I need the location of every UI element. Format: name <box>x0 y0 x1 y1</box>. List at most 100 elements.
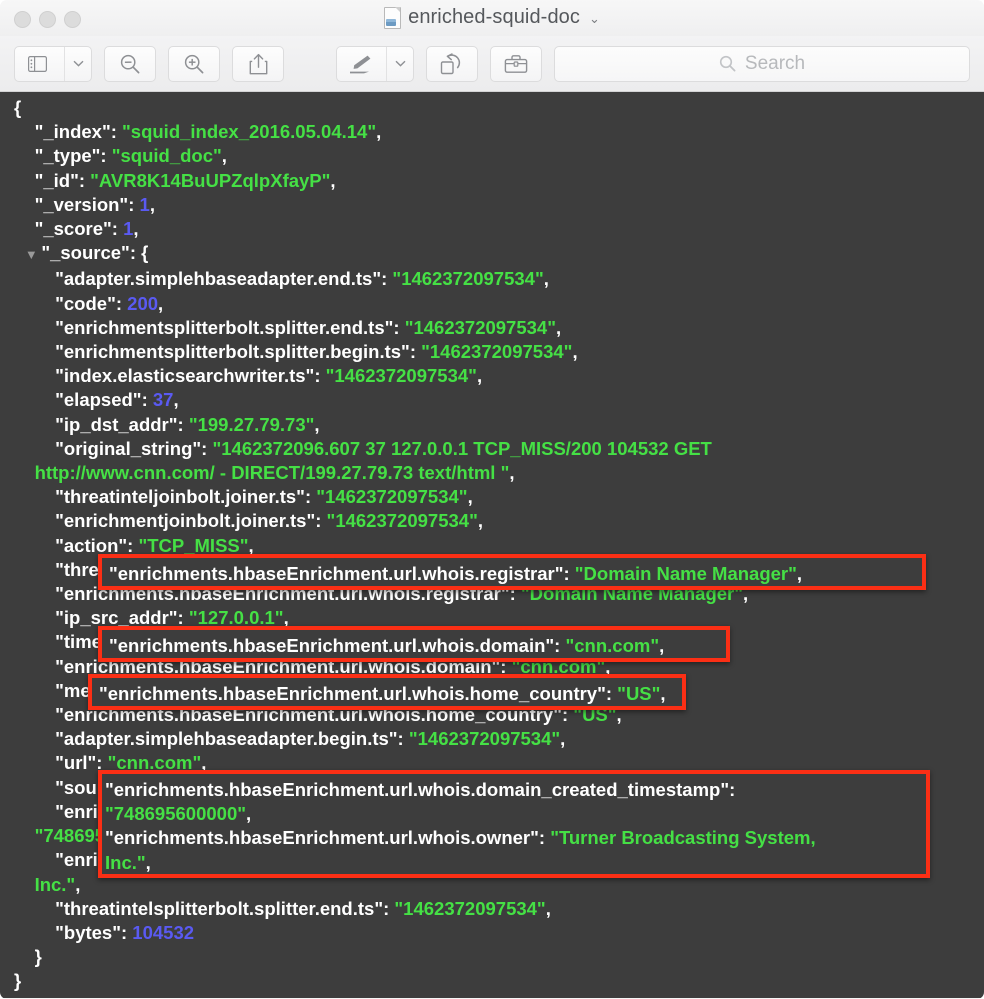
code-indent <box>14 922 55 943</box>
code-token: "_id": <box>35 170 91 191</box>
code-token: , <box>376 121 381 142</box>
code-token: "199.27.79.73" <box>189 414 315 435</box>
code-token: , <box>314 414 319 435</box>
code-indent <box>14 946 35 967</box>
code-line: } <box>0 945 984 969</box>
search-input[interactable]: Search <box>554 46 970 82</box>
code-indent <box>14 680 55 701</box>
code-token: "_type": <box>35 145 112 166</box>
code-token: , <box>75 874 80 895</box>
code-indent <box>14 801 55 822</box>
code-token: "AVR8K14BuUPZqlpXfayP" <box>90 170 330 191</box>
code-indent <box>14 145 35 166</box>
code-line: "index.elasticsearchwriter.ts": "1462372… <box>0 364 984 388</box>
code-token: , <box>173 389 178 410</box>
sidebar-toggle-button[interactable] <box>14 46 92 82</box>
annotation-registrar: "enrichments.hbaseEnrichment.url.whois.r… <box>98 554 926 590</box>
chevron-down-icon[interactable] <box>64 47 91 81</box>
toolbox-icon <box>504 53 528 74</box>
code-line: "original_string": "1462372096.607 37 12… <box>0 437 984 461</box>
code-token: , <box>158 293 163 314</box>
annotation-domain: "enrichments.hbaseEnrichment.url.whois.d… <box>98 626 730 662</box>
code-token: "_source": { <box>41 242 148 263</box>
code-line: } <box>0 969 984 993</box>
annotation-line: "enrichments.hbaseEnrichment.url.whois.o… <box>105 826 816 850</box>
code-token: "_version": <box>35 194 140 215</box>
pen-glyph <box>348 54 372 74</box>
code-token: , <box>659 635 664 656</box>
code-indent <box>14 218 35 239</box>
code-token: } <box>14 970 21 991</box>
code-indent <box>14 849 55 870</box>
annotation-text: "enrichments.hbaseEnrichment.url.whois.r… <box>109 562 802 586</box>
code-token: "1462372097534" <box>326 365 477 386</box>
code-token: "action": <box>55 535 138 556</box>
code-indent <box>14 293 55 314</box>
code-indent <box>14 414 55 435</box>
code-line: "threatinteljoinbolt.joiner.ts": "146237… <box>0 485 984 509</box>
code-token: "enrichments.hbaseEnrichment.url.whois.d… <box>109 635 565 656</box>
code-line: "_index": "squid_index_2016.05.04.14", <box>0 120 984 144</box>
window-titlebar: enriched-squid-doc ⌄ <box>0 0 984 36</box>
code-token: "elapsed": <box>55 389 153 410</box>
code-token: "squid_doc" <box>112 145 222 166</box>
share-button[interactable] <box>232 46 284 82</box>
code-token: , <box>660 683 665 704</box>
code-token: , <box>246 803 251 824</box>
document-icon <box>384 7 401 29</box>
disclosure-triangle-icon[interactable]: ▼ <box>14 247 41 262</box>
code-token: "enrichments.hbaseEnrichment.url.whois.o… <box>105 827 550 848</box>
zoom-in-button[interactable] <box>168 46 220 82</box>
code-token: , <box>509 462 514 483</box>
code-indent <box>14 462 35 483</box>
markup-toolbox-button[interactable] <box>490 46 542 82</box>
markup-pen-icon <box>337 47 382 81</box>
code-token: 200 <box>127 293 158 314</box>
document-content-area[interactable]: { "_index": "squid_index_2016.05.04.14",… <box>0 92 984 998</box>
code-token: "enrichments.hbaseEnrichment.url.whois.d… <box>105 779 735 800</box>
code-line: http://www.cnn.com/ - DIRECT/199.27.79.7… <box>0 461 984 485</box>
code-indent <box>14 438 55 459</box>
code-line: "adapter.simplehbaseadapter.begin.ts": "… <box>0 727 984 751</box>
sidebar-glyph <box>28 56 47 72</box>
code-token: "enrichments.hbaseEnrichment.url.whois.r… <box>109 563 575 584</box>
chevron-down-icon[interactable]: ⌄ <box>589 12 600 25</box>
code-token: , <box>546 898 551 919</box>
sidebar-icon <box>15 47 60 81</box>
code-indent <box>14 607 55 628</box>
code-token: "1462372097534" <box>409 728 560 749</box>
code-token: "code": <box>55 293 127 314</box>
code-token: Inc." <box>105 852 146 873</box>
code-token: , <box>146 852 151 873</box>
code-indent <box>14 341 55 362</box>
code-token: "1462372097534" <box>394 898 545 919</box>
markup-button[interactable] <box>336 46 414 82</box>
code-token: "1462372097534" <box>316 486 467 507</box>
code-indent <box>14 728 55 749</box>
annotation-whois-block: "enrichments.hbaseEnrichment.url.whois.d… <box>98 770 930 878</box>
code-token: , <box>477 365 482 386</box>
code-indent <box>14 631 55 652</box>
code-token: { <box>14 97 21 118</box>
code-token: , <box>133 218 138 239</box>
annotation-text: "enrichments.hbaseEnrichment.url.whois.d… <box>109 634 664 658</box>
code-token: , <box>222 145 227 166</box>
code-token: "ip_dst_addr": <box>55 414 189 435</box>
rotate-left-button[interactable] <box>426 46 478 82</box>
chevron-down-icon[interactable] <box>386 47 413 81</box>
code-token: "_index": <box>35 121 122 142</box>
code-line: "enrichmentsplitterbolt.splitter.begin.t… <box>0 340 984 364</box>
code-token: "Domain Name Manager" <box>575 563 797 584</box>
zoom-out-button[interactable] <box>104 46 156 82</box>
window-title-group[interactable]: enriched-squid-doc ⌄ <box>0 6 984 29</box>
annotation-line: "748695600000", <box>105 802 816 826</box>
code-indent <box>14 268 55 289</box>
code-indent <box>14 752 55 773</box>
code-line: "elapsed": 37, <box>0 388 984 412</box>
code-token: "adapter.simplehbaseadapter.end.ts": <box>55 268 392 289</box>
annotation-home-country: "enrichments.hbaseEnrichment.url.whois.h… <box>88 674 686 710</box>
code-indent <box>14 121 35 142</box>
annotation-text: "enrichments.hbaseEnrichment.url.whois.d… <box>105 778 816 875</box>
code-line: { <box>0 96 984 120</box>
code-indent <box>14 656 55 677</box>
